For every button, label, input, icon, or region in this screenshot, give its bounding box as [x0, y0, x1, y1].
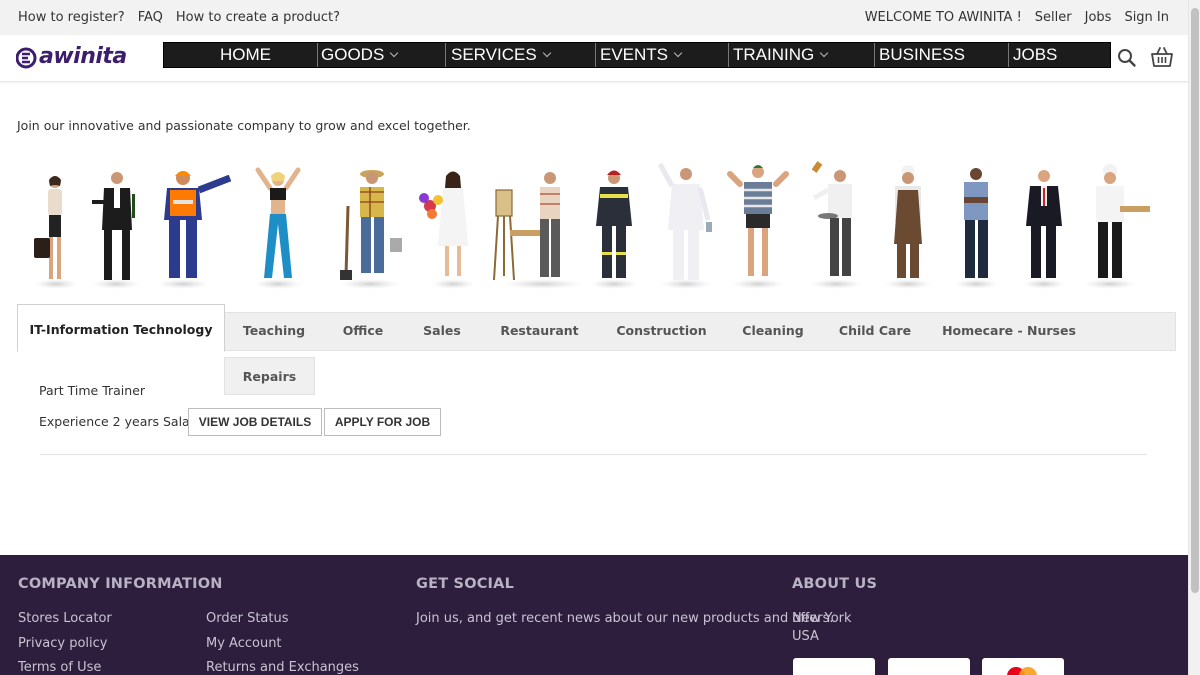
returns-and-exchanges-link[interactable]: Returns and Exchanges [206, 660, 359, 675]
my-account-link[interactable]: My Account [206, 636, 282, 651]
site-footer: COMPANY INFORMATION Stores Locator Priva… [0, 555, 1188, 675]
order-status-link[interactable]: Order Status [206, 611, 289, 626]
apply-for-job-button[interactable]: APPLY FOR JOB [324, 408, 441, 436]
scrollbar-thumb[interactable] [1191, 8, 1199, 593]
welcome-text: WELCOME TO AWINITA ! [864, 10, 1022, 25]
tab-label: Restaurant [500, 323, 579, 338]
view-job-details-button[interactable]: VIEW JOB DETAILS [188, 408, 322, 436]
tab-homecare-nurses[interactable]: Homecare - Nurses [929, 312, 1089, 350]
get-social-heading: GET SOCIAL [416, 576, 515, 592]
seller-link[interactable]: Seller [1035, 10, 1072, 25]
jobs-link[interactable]: Jobs [1085, 10, 1112, 25]
nav-home[interactable]: HOME [164, 43, 318, 67]
person-office-man-icon [954, 168, 998, 289]
about-us-heading: ABOUT US [792, 576, 878, 592]
tab-restaurant[interactable]: Restaurant [481, 312, 598, 350]
tab-sales[interactable]: Sales [403, 312, 481, 350]
privacy-policy-link[interactable]: Privacy policy [18, 636, 107, 651]
job-experience-salary: Experience 2 years Salary [39, 414, 203, 429]
tab-it-information-technology[interactable]: IT-Information Technology [17, 304, 225, 352]
person-lab-worker-icon [657, 162, 712, 289]
chevron-down-icon [542, 48, 551, 58]
nav-jobs-label: JOBS [1013, 45, 1058, 64]
logo-mark-icon [15, 45, 38, 69]
tab-label: Sales [423, 323, 461, 338]
nav-business[interactable]: BUSINESS [875, 43, 1009, 67]
chevron-down-icon [819, 48, 829, 58]
about-city: New York [792, 611, 852, 626]
person-fitness-woman-icon [254, 167, 302, 289]
person-strongman-icon [727, 165, 789, 289]
person-painter-icon [493, 172, 583, 289]
terms-of-use-link[interactable]: Terms of Use [18, 660, 101, 675]
tab-teaching[interactable]: Teaching [225, 312, 323, 350]
logo-text: awinita [39, 44, 127, 69]
page-scrollbar[interactable] [1188, 0, 1200, 675]
faq-link[interactable]: FAQ [138, 10, 163, 25]
nav-business-label: BUSINESS [879, 45, 965, 64]
nav-training-label: TRAINING [733, 45, 815, 64]
person-firefighter-icon [590, 170, 638, 289]
person-waiter-icon [92, 172, 140, 289]
payment-card-icon [793, 658, 875, 675]
how-to-create-product-link[interactable]: How to create a product? [176, 10, 340, 25]
get-social-text: Join us, and get recent news about our n… [416, 611, 834, 626]
tab-office[interactable]: Office [323, 312, 403, 350]
tab-label: Repairs [242, 369, 297, 384]
tab-label: Construction [616, 323, 707, 338]
person-chef-icon [1084, 164, 1150, 289]
site-header: awinita HOME GOODS SERVICES EVENTS TRAIN… [0, 35, 1188, 82]
nav-events-label: EVENTS [600, 45, 669, 64]
person-construction-worker-icon [157, 171, 232, 289]
top-bar: How to register? FAQ How to create a pro… [0, 0, 1188, 35]
top-bar-right: WELCOME TO AWINITA ! Seller Jobs Sign In [865, 10, 1169, 25]
tab-label: Cleaning [742, 323, 804, 338]
person-cook-icon [810, 161, 862, 289]
professions-banner-image [34, 161, 1150, 289]
tab-label: Child Care [838, 323, 912, 338]
tab-label: Office [342, 323, 384, 338]
person-businesswoman-icon [34, 176, 78, 289]
tab-label: IT-Information Technology [29, 322, 213, 337]
about-country: USA [792, 629, 819, 644]
nav-training[interactable]: TRAINING [729, 43, 875, 67]
basket-icon[interactable] [1150, 46, 1174, 72]
intro-text: Join our innovative and passionate compa… [17, 118, 471, 133]
main-nav: HOME GOODS SERVICES EVENTS TRAINING BUSI… [163, 42, 1111, 68]
tab-label: Homecare - Nurses [942, 323, 1076, 338]
payment-card-icon [888, 658, 970, 675]
nav-events[interactable]: EVENTS [596, 43, 729, 67]
chevron-down-icon [673, 48, 683, 58]
person-florist-icon [419, 171, 475, 289]
nav-home-label: HOME [220, 45, 271, 64]
job-category-tabs: IT-Information Technology Teaching Offic… [17, 304, 1176, 352]
mastercard-icon [982, 658, 1064, 675]
sign-in-link[interactable]: Sign In [1124, 10, 1169, 25]
tab-child-care[interactable]: Child Care [821, 312, 929, 350]
nav-goods-label: GOODS [321, 45, 385, 64]
person-baker-icon [884, 165, 932, 289]
tab-label: Teaching [242, 323, 306, 338]
nav-services-label: SERVICES [451, 45, 537, 64]
nav-services[interactable]: SERVICES [446, 43, 596, 67]
top-bar-left: How to register? FAQ How to create a pro… [18, 10, 340, 25]
company-information-heading: COMPANY INFORMATION [18, 576, 223, 592]
logo[interactable]: awinita [15, 44, 127, 69]
nav-goods[interactable]: GOODS [318, 43, 446, 67]
divider [40, 454, 1147, 455]
nav-jobs[interactable]: JOBS [1009, 43, 1110, 67]
stores-locator-link[interactable]: Stores Locator [18, 611, 112, 626]
tab-cleaning[interactable]: Cleaning [725, 312, 821, 350]
person-businessman-icon [1022, 170, 1066, 289]
search-icon[interactable] [1117, 48, 1137, 72]
tab-construction[interactable]: Construction [598, 312, 725, 350]
tab-repairs[interactable]: Repairs [224, 357, 315, 395]
person-farmer-icon [340, 170, 402, 289]
chevron-down-icon [390, 48, 399, 58]
job-title: Part Time Trainer [39, 383, 146, 398]
how-to-register-link[interactable]: How to register? [18, 10, 125, 25]
